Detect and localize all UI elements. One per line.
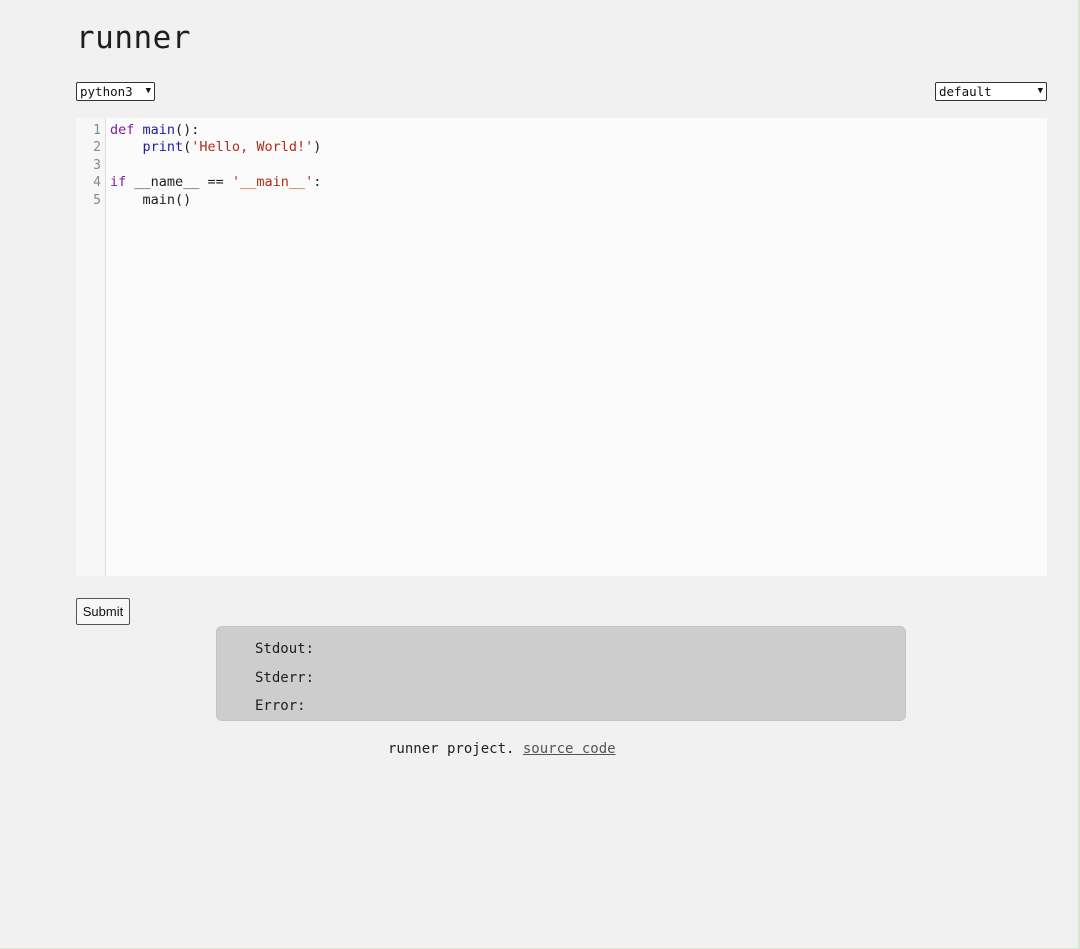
app-title: runner	[76, 20, 191, 56]
stderr-label: Stderr:	[255, 669, 315, 686]
line-number: 3	[93, 157, 101, 173]
error-label: Error:	[255, 698, 306, 714]
submit-button[interactable]: Submit	[76, 598, 130, 625]
footer: runner project. source code	[388, 741, 616, 757]
line-number: 2	[93, 140, 101, 156]
line-number: 1	[93, 123, 101, 138]
code-content[interactable]: def main(): print('Hello, World!') if __…	[106, 118, 321, 576]
chevron-down-icon: ▼	[1037, 86, 1043, 96]
code-line: print('Hello, World!')	[142, 139, 322, 156]
stdout-label: Stdout:	[255, 641, 315, 657]
chevron-down-icon: ▼	[145, 86, 151, 96]
code-editor[interactable]: 1 2 3 4 5 def main(): print('Hello, Worl…	[76, 118, 1047, 576]
line-number: 4	[93, 175, 101, 191]
theme-select-value: default	[939, 84, 992, 99]
language-select-value: python3	[80, 84, 133, 99]
language-select[interactable]: python3 ▼	[76, 82, 155, 101]
line-number-gutter: 1 2 3 4 5	[76, 118, 106, 576]
source-code-link[interactable]: source code	[523, 741, 616, 757]
line-number: 5	[93, 192, 101, 208]
output-panel: Stdout: Stderr: Error:	[216, 626, 906, 721]
theme-select[interactable]: default ▼	[935, 82, 1047, 101]
code-line: def main():	[110, 122, 200, 138]
code-line: if __name__ == '__main__':	[110, 174, 322, 191]
footer-text: runner project.	[388, 741, 515, 757]
code-line: main()	[110, 191, 192, 208]
